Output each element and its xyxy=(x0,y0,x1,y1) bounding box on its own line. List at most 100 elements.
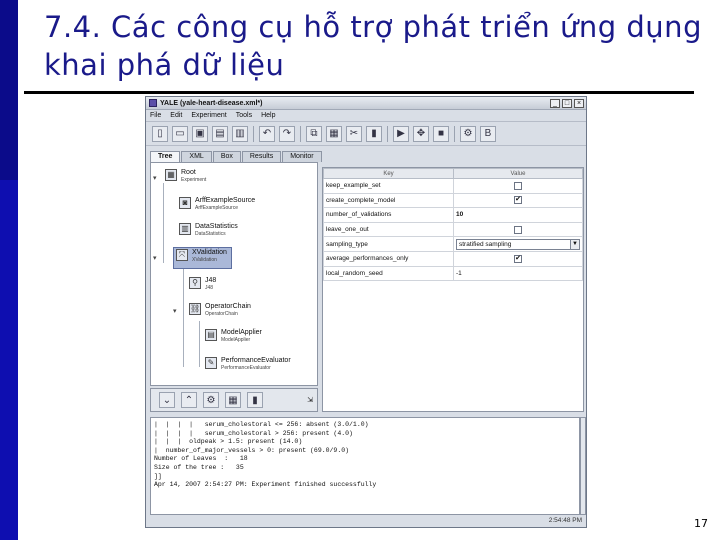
settings-icon[interactable]: ⚙ xyxy=(460,125,476,142)
add-operator-icon[interactable]: ⚙ xyxy=(203,392,219,408)
slide-side-bar-accent xyxy=(0,180,18,540)
close-button[interactable]: × xyxy=(574,98,584,108)
save-icon[interactable]: ▣ xyxy=(192,125,208,142)
param-checkbox[interactable] xyxy=(514,225,522,234)
parameter-table: Key Value keep_example_set create_comple… xyxy=(323,168,583,282)
collapse-icon[interactable]: ▾ xyxy=(153,254,157,262)
validation-icon: ⤧ xyxy=(176,249,188,261)
log-line: Number of Leaves : 18 xyxy=(154,455,248,463)
menu-help[interactable]: Help xyxy=(261,112,275,119)
tree-node-root[interactable]: ▦ Root Experiment xyxy=(165,169,206,191)
paste-icon[interactable]: ▦ xyxy=(326,125,342,142)
slide-title: 7.4. Các công cụ hỗ trợ phát triển ứng d… xyxy=(44,10,702,82)
window-titlebar[interactable]: YALE (yale-heart-disease.xml*) _ □ × xyxy=(146,97,586,110)
page-number: 17 xyxy=(694,517,708,530)
param-checkbox[interactable]: ✔ xyxy=(514,196,522,205)
tab-results[interactable]: Results xyxy=(241,151,282,162)
maximize-button[interactable]: □ xyxy=(562,98,572,108)
trash-icon[interactable]: ▮ xyxy=(247,392,263,408)
cut-icon[interactable]: ✂ xyxy=(346,125,362,142)
tree-toolbar: ⌄ ⌃ ⚙ ▦ ▮ ⇲ xyxy=(150,388,318,412)
toolbar-separator xyxy=(387,125,388,142)
new-file-icon[interactable]: ▯ xyxy=(152,125,168,142)
menu-experiment[interactable]: Experiment xyxy=(191,112,226,119)
operator-tree-icon[interactable]: ▦ xyxy=(225,392,241,408)
log-line: Apr 14, 2007 2:54:27 PM: Experiment fini… xyxy=(154,481,377,489)
tree-node-performanceevaluator[interactable]: ✎ PerformanceEvaluator PerformanceEvaluat… xyxy=(205,357,291,379)
stop-icon[interactable]: ■ xyxy=(433,125,449,142)
status-bar: 2:54:48 PM xyxy=(150,516,584,526)
menu-edit[interactable]: Edit xyxy=(170,112,182,119)
log-line: | | | | serum_cholestoral > 256: present… xyxy=(154,429,353,437)
log-line: | number_of_major_vessels > 0: present (… xyxy=(154,446,350,454)
tab-xml[interactable]: XML xyxy=(181,151,212,162)
tree-learner-icon: ⚲ xyxy=(189,277,201,289)
tree-node-datastatistics[interactable]: ▥ DataStatistics DataStatistics xyxy=(179,223,238,245)
yale-window: YALE (yale-heart-disease.xml*) _ □ × Fil… xyxy=(145,96,587,528)
param-key: leave_one_out xyxy=(323,221,454,238)
table-row: keep_example_set xyxy=(323,178,583,194)
collapse-icon[interactable]: ▾ xyxy=(153,174,157,182)
chevron-down-icon[interactable]: ▼ xyxy=(570,239,579,249)
sampling-type-select[interactable]: stratified sampling ▼ xyxy=(456,238,580,250)
tab-box[interactable]: Box xyxy=(212,151,241,162)
experiment-icon: ▦ xyxy=(165,169,177,181)
param-key: keep_example_set xyxy=(323,178,454,194)
param-checkbox[interactable]: ✔ xyxy=(514,254,522,263)
select-value: stratified sampling xyxy=(459,240,512,248)
column-header-value[interactable]: Value xyxy=(453,168,583,179)
log-line: | | | | serum_cholestoral <= 256: absent… xyxy=(154,421,369,428)
tree-connector xyxy=(183,267,184,367)
window-title: YALE (yale-heart-disease.xml*) xyxy=(160,99,263,107)
param-key: create_complete_model xyxy=(323,192,454,209)
table-row: sampling_type stratified sampling ▼ xyxy=(323,236,583,252)
tree-connector xyxy=(163,183,164,263)
pause-icon[interactable]: ✥ xyxy=(413,125,429,142)
log-line: | | | oldpeak > 1.5: present (14.0) xyxy=(154,438,303,446)
chain-icon: ⛓ xyxy=(189,303,201,315)
log-scrollbar[interactable] xyxy=(580,417,586,515)
tab-monitor[interactable]: Monitor xyxy=(282,151,322,162)
table-row: create_complete_model ✔ xyxy=(323,192,583,209)
toolbar-separator xyxy=(454,125,455,142)
param-checkbox[interactable] xyxy=(514,181,522,190)
print-icon[interactable]: ▥ xyxy=(232,125,248,142)
operator-tree: ▾ ▦ Root Experiment ◙ ArffExampleSource Ar… xyxy=(150,162,318,386)
log-output[interactable]: | | | | serum_cholestoral <= 256: absent… xyxy=(150,417,580,515)
toolbar-separator xyxy=(300,125,301,142)
param-value-field[interactable]: -1 xyxy=(453,265,583,282)
menu-tools[interactable]: Tools xyxy=(236,112,252,119)
tree-node-operatorchain[interactable]: ⛓ OperatorChain OperatorChain xyxy=(189,303,251,325)
table-row: local_random_seed -1 xyxy=(323,265,583,282)
statistics-icon: ▥ xyxy=(179,223,191,235)
menu-file[interactable]: File xyxy=(150,112,161,119)
copy-icon[interactable]: ⧉ xyxy=(306,125,322,142)
tree-node-j48[interactable]: ⚲ J48 J48 xyxy=(189,277,216,299)
view-tabs: Tree XML Box Results Monitor xyxy=(150,151,323,162)
collapse-icon[interactable]: ▾ xyxy=(173,307,177,315)
model-applier-icon: ▤ xyxy=(205,329,217,341)
log-line: Size of the tree : 35 xyxy=(154,463,244,471)
breakpoint-icon[interactable]: B xyxy=(480,125,496,142)
open-file-icon[interactable]: ▭ xyxy=(172,125,188,142)
column-header-key[interactable]: Key xyxy=(323,168,454,179)
minimize-button[interactable]: _ xyxy=(550,98,560,108)
collapse-all-icon[interactable]: ⌃ xyxy=(181,392,197,408)
menu-bar: File Edit Experiment Tools Help xyxy=(146,110,586,122)
save-as-icon[interactable]: ▤ xyxy=(212,125,228,142)
table-row: number_of_validations 10 xyxy=(323,207,583,223)
delete-icon[interactable]: ▮ xyxy=(366,125,382,142)
table-row: leave_one_out xyxy=(323,221,583,238)
expand-all-icon[interactable]: ⌄ xyxy=(159,392,175,408)
tab-tree[interactable]: Tree xyxy=(150,151,181,162)
pin-icon[interactable]: ⇲ xyxy=(307,396,313,404)
tree-node-arffexamplesource[interactable]: ◙ ArffExampleSource ArffExampleSource xyxy=(179,197,255,219)
run-icon[interactable]: ▶ xyxy=(393,125,409,142)
tree-node-xvalidation[interactable]: ⤧ XValidation XValidation xyxy=(173,247,232,269)
undo-icon[interactable]: ↶ xyxy=(259,125,275,142)
redo-icon[interactable]: ↷ xyxy=(279,125,295,142)
param-value-field[interactable]: 10 xyxy=(453,207,583,223)
param-key: sampling_type xyxy=(323,236,454,252)
tree-node-modelapplier[interactable]: ▤ ModelApplier ModelApplier xyxy=(205,329,262,351)
yale-app-icon xyxy=(149,99,157,107)
